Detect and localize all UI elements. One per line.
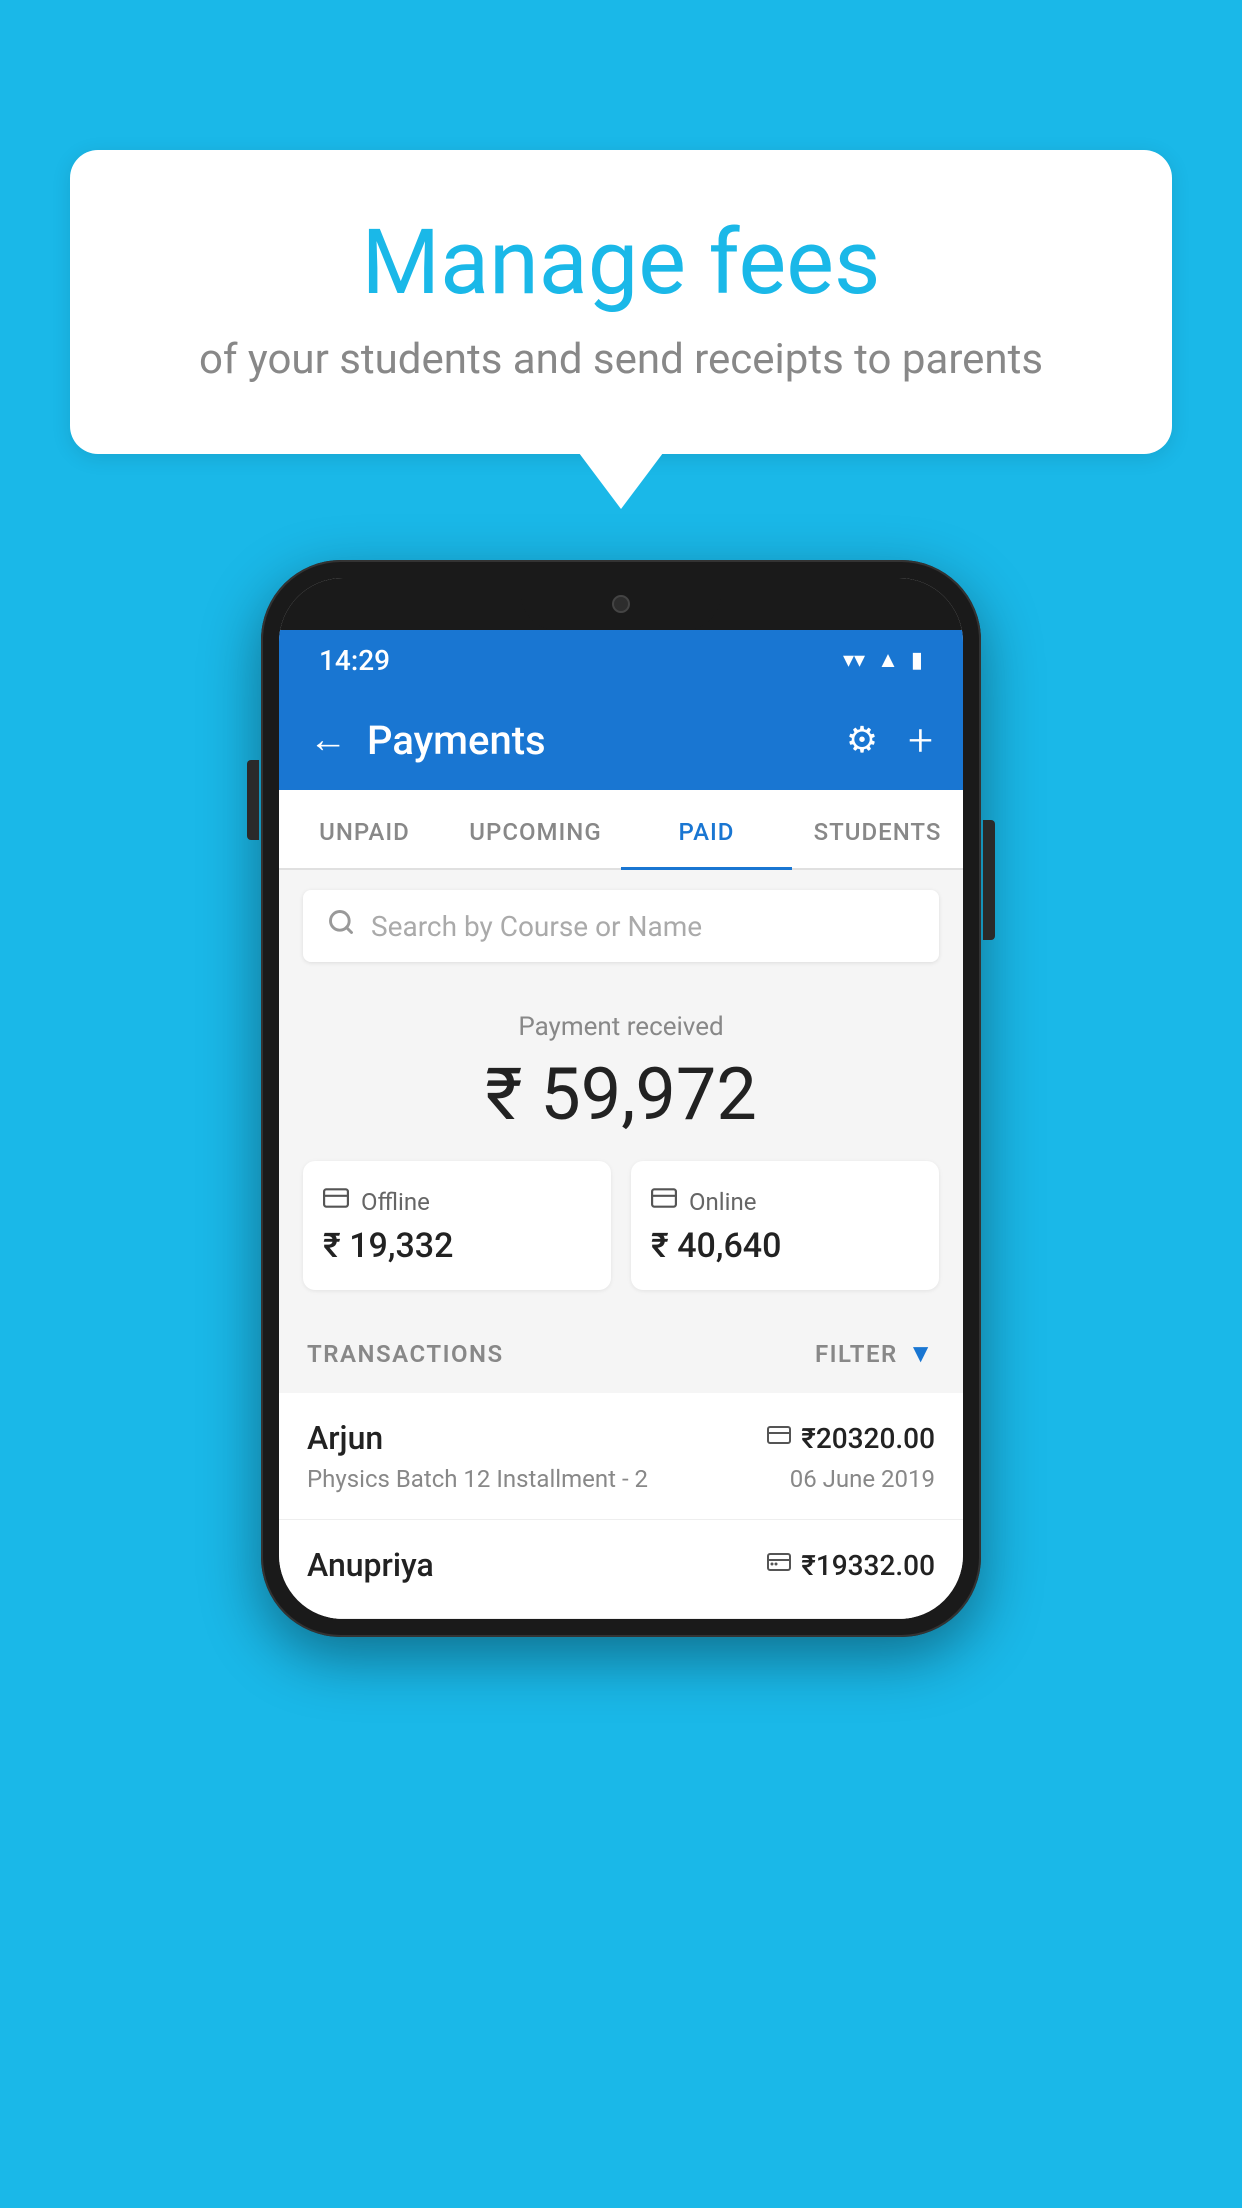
transaction-amount: ₹20320.00 bbox=[801, 1422, 935, 1455]
camera-dot bbox=[612, 595, 630, 613]
search-icon bbox=[327, 908, 355, 944]
tabs-container: UNPAID UPCOMING PAID STUDENTS bbox=[279, 790, 963, 870]
battery-icon: ▮ bbox=[911, 648, 923, 673]
signal-icon: ▲ bbox=[877, 647, 899, 673]
header-title: Payments bbox=[367, 717, 546, 764]
transaction-amount-row: ₹20320.00 bbox=[767, 1422, 935, 1455]
speech-bubble-title: Manage fees bbox=[150, 210, 1092, 315]
filter-button[interactable]: FILTER ▼ bbox=[815, 1338, 935, 1369]
online-card: Online ₹ 40,640 bbox=[631, 1161, 939, 1290]
speech-bubble-subtitle: of your students and send receipts to pa… bbox=[150, 335, 1092, 384]
online-icon bbox=[651, 1185, 677, 1218]
transaction-row-top: Arjun ₹20320.00 bbox=[307, 1419, 935, 1457]
online-label: Online bbox=[689, 1188, 756, 1216]
transaction-row-top: Anupriya ₹19332.00 bbox=[307, 1546, 935, 1584]
tab-students[interactable]: STUDENTS bbox=[792, 790, 963, 868]
phone-notch bbox=[279, 578, 963, 630]
search-container: Search by Course or Name bbox=[279, 870, 963, 982]
add-icon[interactable]: + bbox=[908, 714, 933, 766]
search-bar[interactable]: Search by Course or Name bbox=[303, 890, 939, 962]
payment-type-offline-icon bbox=[767, 1550, 791, 1580]
status-icons: ▾▾ ▲ ▮ bbox=[843, 647, 923, 673]
app-header: ← Payments ⚙ + bbox=[279, 690, 963, 790]
speech-bubble-container: Manage fees of your students and send re… bbox=[70, 150, 1172, 454]
transaction-item[interactable]: Anupriya ₹19332.00 bbox=[279, 1520, 963, 1619]
gear-icon[interactable]: ⚙ bbox=[846, 719, 878, 761]
transactions-header: TRANSACTIONS FILTER ▼ bbox=[279, 1314, 963, 1393]
offline-card-header: Offline bbox=[323, 1185, 591, 1218]
tab-paid[interactable]: PAID bbox=[621, 790, 792, 868]
speech-bubble: Manage fees of your students and send re… bbox=[70, 150, 1172, 454]
transaction-name: Arjun bbox=[307, 1419, 383, 1457]
search-placeholder: Search by Course or Name bbox=[371, 910, 702, 943]
payment-total-amount: ₹ 59,972 bbox=[303, 1052, 939, 1137]
phone-mockup: 14:29 ▾▾ ▲ ▮ ← Payments ⚙ + bbox=[261, 560, 981, 1637]
transaction-date: 06 June 2019 bbox=[790, 1465, 935, 1493]
offline-amount: ₹ 19,332 bbox=[323, 1226, 591, 1266]
transaction-amount-row: ₹19332.00 bbox=[767, 1549, 935, 1582]
header-right: ⚙ + bbox=[846, 714, 933, 766]
transaction-name: Anupriya bbox=[307, 1546, 434, 1584]
tab-unpaid[interactable]: UNPAID bbox=[279, 790, 450, 868]
phone-outer: 14:29 ▾▾ ▲ ▮ ← Payments ⚙ + bbox=[261, 560, 981, 1637]
notch-cutout bbox=[521, 578, 721, 630]
online-amount: ₹ 40,640 bbox=[651, 1226, 919, 1266]
filter-label: FILTER bbox=[815, 1340, 898, 1368]
phone-screen: 14:29 ▾▾ ▲ ▮ ← Payments ⚙ + bbox=[279, 578, 963, 1619]
offline-icon bbox=[323, 1185, 349, 1218]
back-button[interactable]: ← bbox=[309, 718, 347, 762]
transaction-amount: ₹19332.00 bbox=[801, 1549, 935, 1582]
header-left: ← Payments bbox=[309, 717, 546, 764]
payment-cards: Offline ₹ 19,332 Online bbox=[303, 1161, 939, 1290]
transaction-course: Physics Batch 12 Installment - 2 bbox=[307, 1465, 648, 1493]
offline-label: Offline bbox=[361, 1188, 430, 1216]
tab-upcoming[interactable]: UPCOMING bbox=[450, 790, 621, 868]
offline-card: Offline ₹ 19,332 bbox=[303, 1161, 611, 1290]
online-card-header: Online bbox=[651, 1185, 919, 1218]
payment-summary: Payment received ₹ 59,972 Offline bbox=[279, 982, 963, 1314]
status-bar: 14:29 ▾▾ ▲ ▮ bbox=[279, 630, 963, 690]
transactions-label: TRANSACTIONS bbox=[307, 1340, 504, 1368]
payment-received-label: Payment received bbox=[303, 1012, 939, 1042]
filter-icon: ▼ bbox=[908, 1338, 935, 1369]
transaction-item[interactable]: Arjun ₹20320.00 Physics Batch 12 Install… bbox=[279, 1393, 963, 1520]
wifi-icon: ▾▾ bbox=[843, 648, 865, 673]
transaction-row-bottom: Physics Batch 12 Installment - 2 06 June… bbox=[307, 1465, 935, 1493]
status-time: 14:29 bbox=[319, 644, 390, 677]
payment-type-online-icon bbox=[767, 1423, 791, 1453]
